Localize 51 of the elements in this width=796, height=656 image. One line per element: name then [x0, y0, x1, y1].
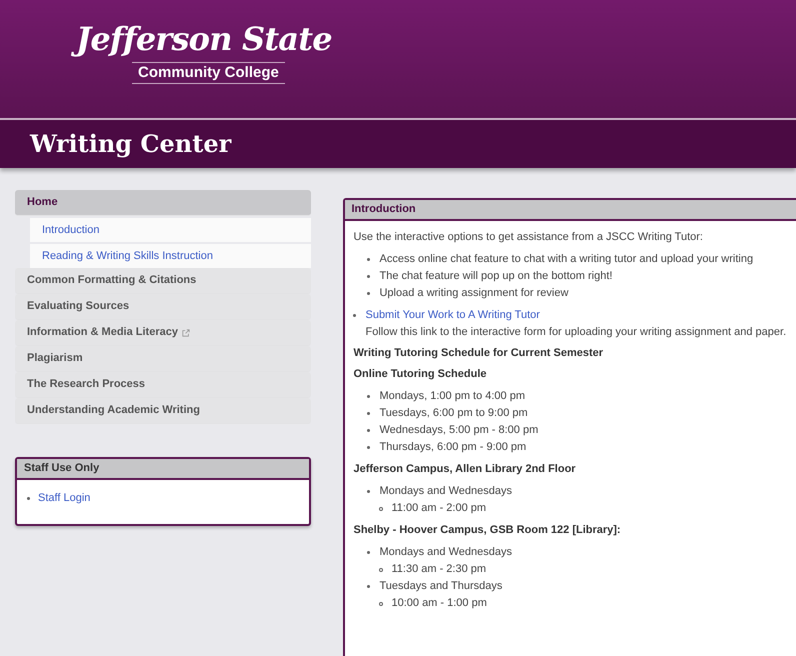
section-heading: Shelby - Hoover Campus, GSB Room 122 [Library]:	[353, 523, 622, 538]
nav-item[interactable]: Home	[15, 190, 312, 216]
bullet-icon	[367, 490, 370, 493]
list-item-text: 10:00 am - 1:00 pm	[391, 596, 487, 612]
section-heading: Jefferson Campus, Allen Library 2nd Floor	[353, 462, 577, 477]
nav-item[interactable]: Plagiarism	[15, 346, 312, 372]
logo-subtitle: Community College	[132, 62, 285, 84]
list-item-text: Thursdays, 6:00 pm - 9:00 pm	[379, 440, 526, 456]
list-item-text: Mondays and Wednesdays	[379, 545, 512, 560]
section-heading: Writing Tutoring Schedule for Current Semester	[353, 346, 604, 361]
section-heading: Online Tutoring Schedule	[353, 367, 488, 382]
list-item-text: The chat feature will pop up on the bottom right!	[379, 269, 612, 284]
list-item-text: 11:00 am - 2:00 pm	[391, 501, 486, 516]
submit-work-link[interactable]: Submit Your Work to A Writing Tutor	[365, 307, 540, 324]
bullet-icon	[367, 412, 370, 415]
nav-item[interactable]: Evaluating Sources	[15, 294, 312, 320]
nav-item[interactable]: Common Formatting & Citations	[15, 268, 312, 294]
panel-heading: Staff Use Only	[17, 459, 310, 480]
logo-script[interactable]: Jefferson State	[68, 16, 340, 62]
bullet-icon	[367, 585, 370, 588]
bullet-icon	[379, 568, 384, 572]
bullet-icon	[379, 602, 384, 606]
external-link-icon	[182, 328, 190, 336]
nav-item[interactable]: Information & Media Literacy	[15, 320, 312, 346]
bullet-icon	[367, 551, 370, 554]
list-item-text: Wednesdays, 5:00 pm - 8:00 pm	[379, 423, 538, 438]
nav-item[interactable]: The Research Process	[15, 372, 312, 398]
paragraph: Use the interactive options to get assistance from a JSCC Writing Tutor:	[353, 230, 704, 245]
panel-heading: Introduction	[345, 200, 796, 221]
list-item-text: Access online chat feature to chat with a writing tutor and upload your writing	[379, 252, 754, 268]
bullet-icon	[367, 258, 370, 261]
bullet-icon	[367, 429, 370, 432]
page-title: Writing Center	[30, 128, 232, 160]
nav-item[interactable]: Understanding Academic Writing	[15, 398, 312, 424]
bullet-icon	[367, 292, 370, 295]
bullet-icon	[367, 275, 370, 278]
list-item-text: Mondays, 1:00 pm to 4:00 pm	[379, 389, 526, 404]
nav-subitem[interactable]: Introduction	[30, 218, 312, 242]
bullet-icon	[367, 395, 370, 398]
bullet-icon	[367, 446, 370, 449]
bullet-icon	[353, 314, 356, 317]
list-item-text: Tuesdays and Thursdays	[379, 579, 502, 594]
bullet-icon	[379, 506, 384, 510]
list-item-text: 11:30 am - 2:30 pm	[391, 562, 486, 578]
list-item-text: Upload a writing assignment for review	[379, 286, 568, 302]
staff-login-link[interactable]: Staff Login	[38, 490, 90, 506]
list-item-text: Tuesdays, 6:00 pm to 9:00 pm	[379, 406, 528, 422]
link-description: Follow this link to the interactive form for uploading your writing assignment and paper.	[364, 325, 788, 340]
nav-subitem[interactable]: Reading & Writing Skills Instruction	[30, 244, 312, 268]
bullet-icon	[27, 496, 30, 500]
list-item-text: Mondays and Wednesdays	[379, 484, 512, 500]
